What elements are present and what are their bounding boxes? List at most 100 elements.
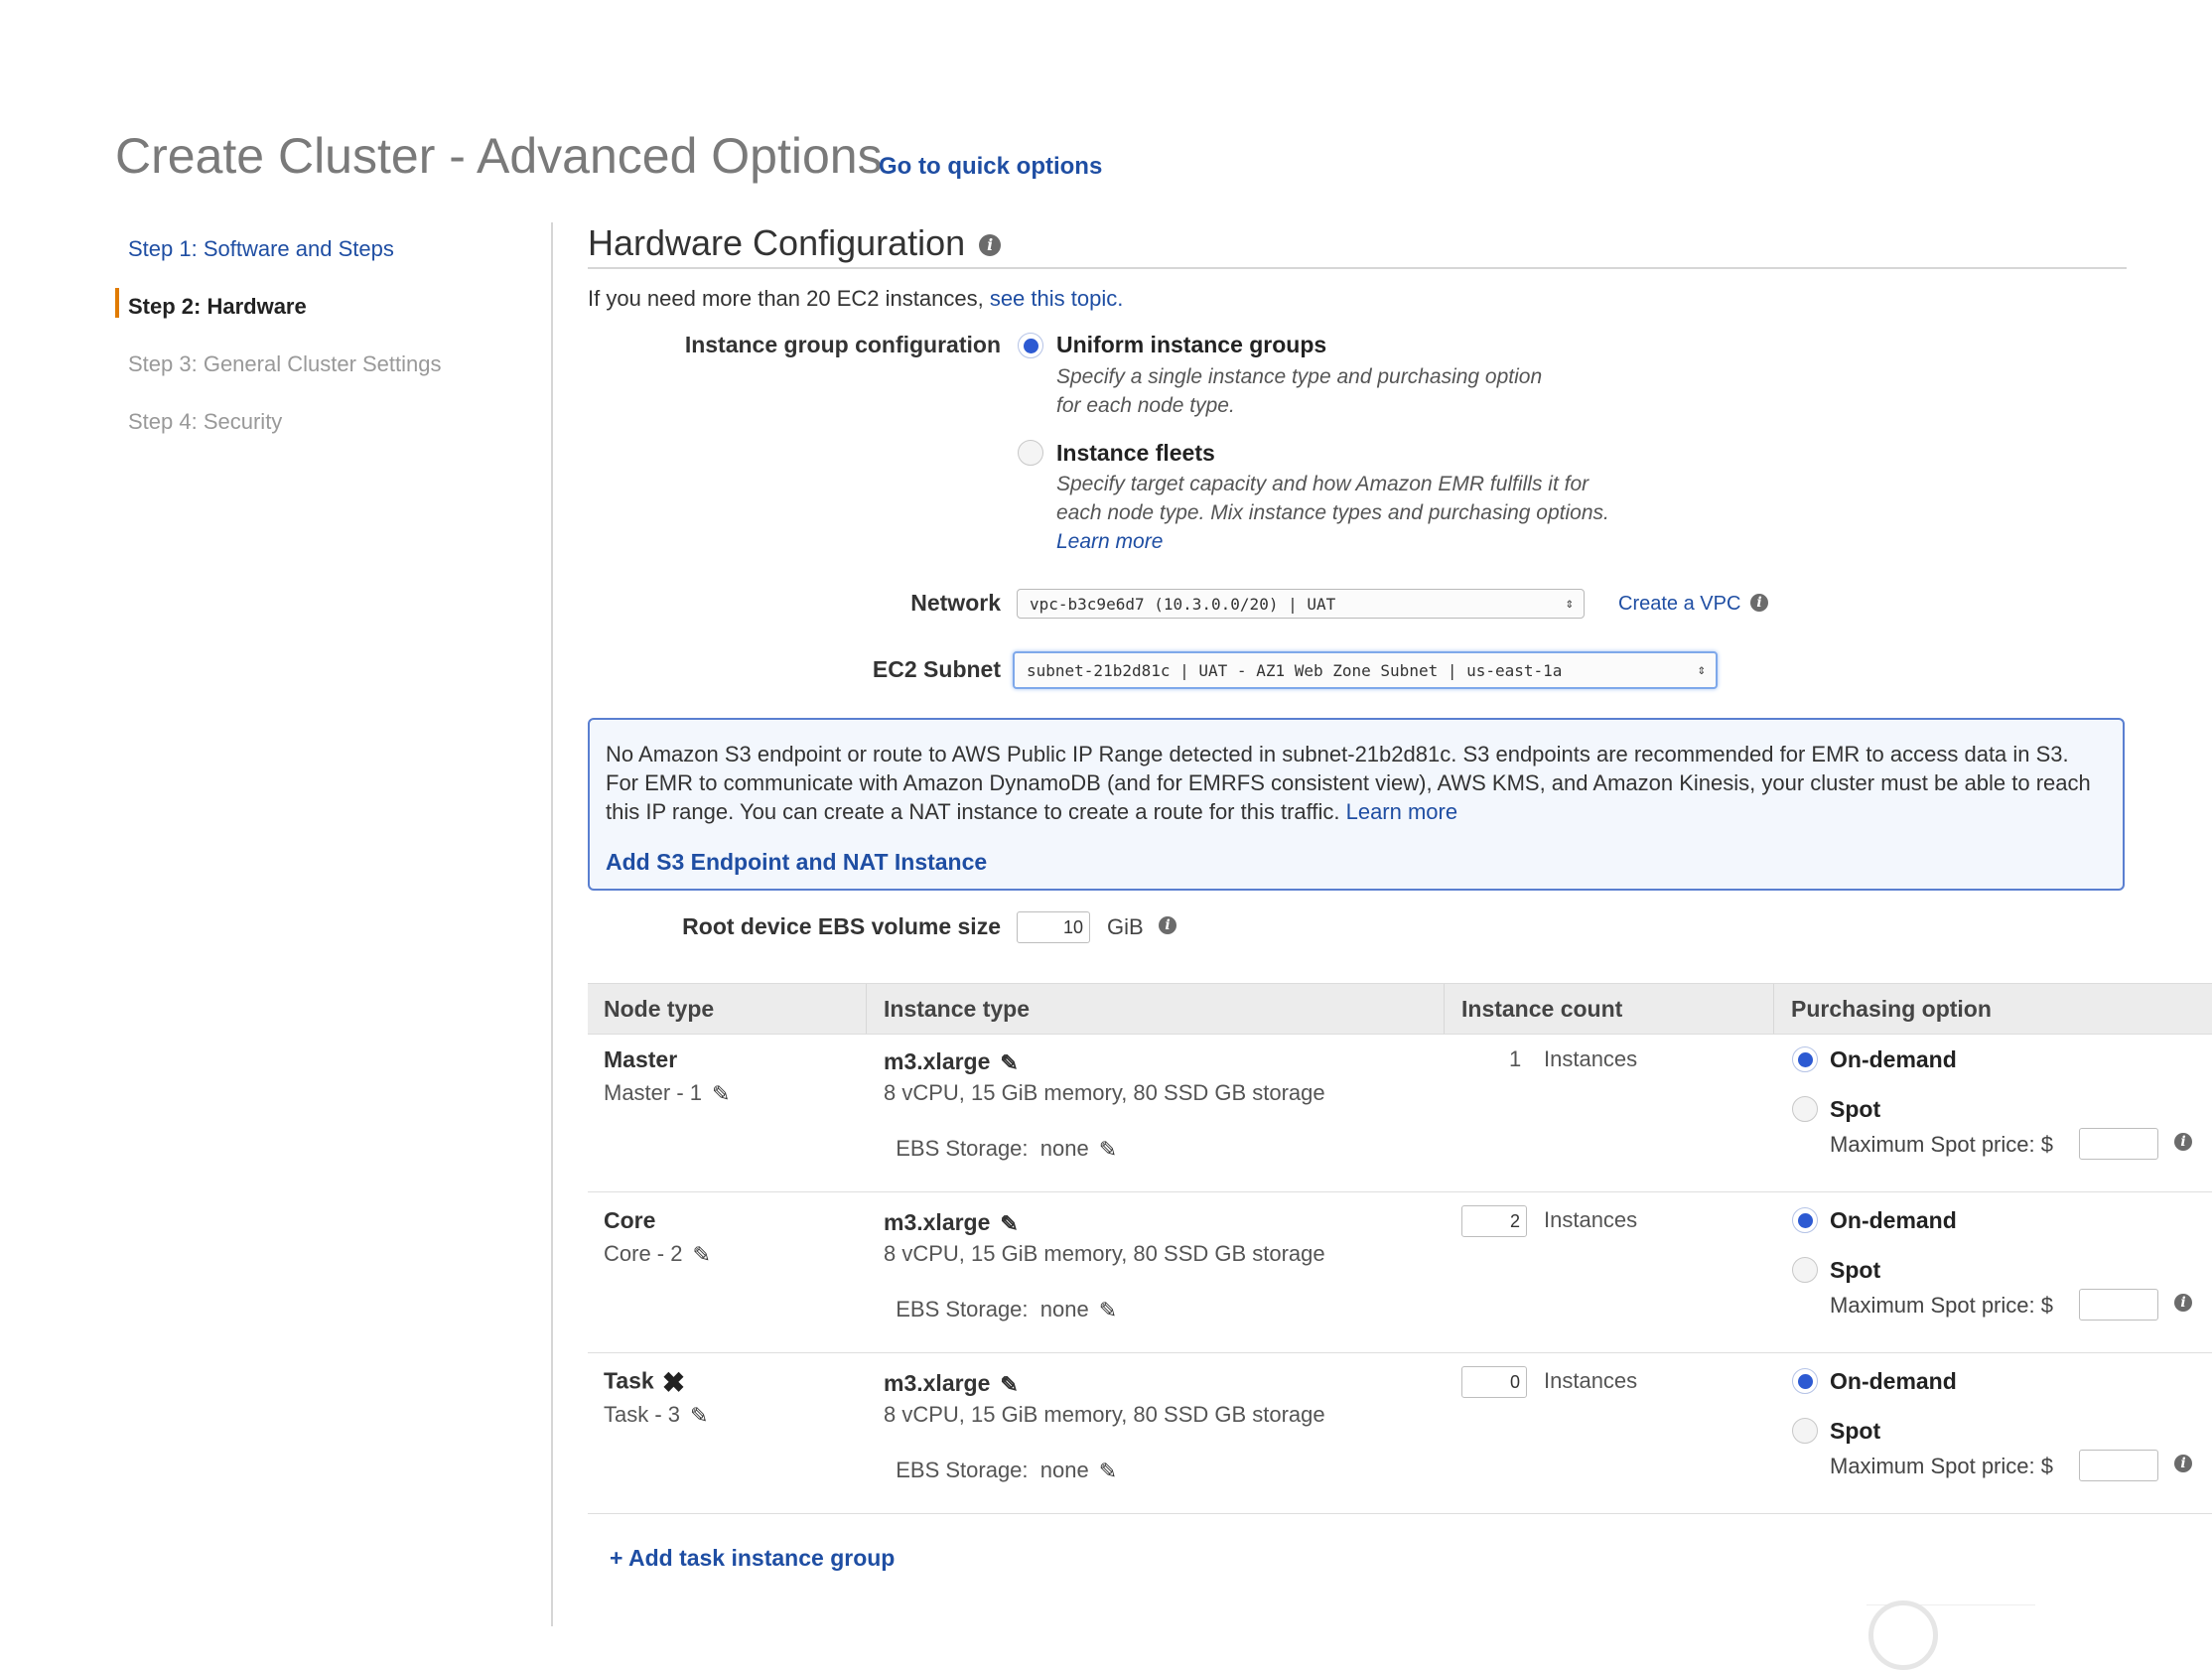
ec2-subnet-select-value: subnet-21b2d81c | UAT - AZ1 Web Zone Sub… (1027, 660, 1563, 680)
pencil-icon[interactable]: ✎ (1099, 1298, 1117, 1323)
spot-radio[interactable] (1792, 1418, 1818, 1444)
go-to-quick-options-link[interactable]: Go to quick options (879, 153, 1102, 181)
header-instance-type: Instance type (884, 996, 1030, 1022)
root-ebs-unit: GiB (1107, 914, 1144, 939)
node-subtitle-text: Master - 1 (604, 1080, 703, 1105)
create-vpc-link[interactable]: Create a VPC (1618, 593, 1740, 616)
on-demand-label: On-demand (1830, 1368, 1957, 1394)
pencil-icon[interactable]: ✎ (1099, 1137, 1117, 1163)
info-icon[interactable]: i (2174, 1455, 2192, 1472)
instance-fleets-desc: Specify target capacity and how Amazon E… (1056, 470, 1612, 556)
see-this-topic-link[interactable]: see this topic. (990, 286, 1124, 311)
section-divider (588, 267, 2127, 269)
network-select[interactable]: vpc-b3c9e6d7 (10.3.0.0/20) | UAT ⇕ (1017, 589, 1585, 619)
max-spot-price-input[interactable] (2079, 1128, 2158, 1160)
instance-spec: 8 vCPU, 15 GiB memory, 80 SSD GB storage (884, 1080, 1325, 1105)
node-subtitle-text: Task - 3 (604, 1402, 681, 1427)
instance-table-header: Node type Instance type Instance count P… (588, 983, 2212, 1035)
pencil-icon[interactable]: ✎ (1000, 1211, 1018, 1237)
instance-spec: 8 vCPU, 15 GiB memory, 80 SSD GB storage (884, 1241, 1325, 1266)
header-instance-count: Instance count (1461, 996, 1623, 1022)
spot-radio[interactable] (1792, 1096, 1818, 1122)
max-spot-price-label: Maximum Spot price: $ (1830, 1132, 2053, 1157)
instance-type-core: m3.xlarge ✎ (884, 1209, 1019, 1237)
instance-count-unit: Instances (1544, 1046, 1638, 1071)
spot-label: Spot (1830, 1418, 1881, 1444)
section-title-text: Hardware Configuration (588, 222, 966, 263)
ebs-storage-text: EBS Storage: none (896, 1136, 1089, 1161)
network-label: Network (910, 590, 1001, 616)
step-general-cluster-settings: Step 3: General Cluster Settings (128, 351, 442, 376)
node-type-core: Core (604, 1207, 656, 1233)
instance-count-input[interactable]: 0 (1461, 1366, 1527, 1398)
instance-type-text: m3.xlarge (884, 1048, 991, 1074)
updown-arrow-icon: ⇕ (1697, 662, 1706, 678)
ec2-subnet-select[interactable]: subnet-21b2d81c | UAT - AZ1 Web Zone Sub… (1013, 651, 1718, 689)
node-subtitle-master: Master - 1 ✎ (604, 1080, 730, 1107)
info-icon[interactable]: i (979, 234, 1002, 257)
row-divider (588, 1191, 2212, 1192)
row-divider (588, 1513, 2212, 1514)
instance-fleets-title: Instance fleets (1056, 440, 1215, 466)
instance-type-task: m3.xlarge ✎ (884, 1370, 1019, 1398)
pencil-icon[interactable]: ✎ (690, 1403, 708, 1429)
on-demand-radio[interactable] (1792, 1046, 1818, 1072)
intro-text: If you need more than 20 EC2 instances, … (588, 286, 1123, 312)
add-task-instance-group-link[interactable]: + Add task instance group (610, 1545, 895, 1572)
instance-count-value: 1 (1509, 1046, 1522, 1071)
pencil-icon[interactable]: ✎ (1000, 1372, 1018, 1398)
alert-learn-more-link[interactable]: Learn more (1346, 799, 1458, 824)
node-subtitle-task: Task - 3 ✎ (604, 1402, 708, 1429)
instance-count-input[interactable]: 2 (1461, 1205, 1527, 1237)
step-security: Step 4: Security (128, 409, 283, 434)
info-icon[interactable]: i (2174, 1294, 2192, 1312)
spot-label: Spot (1830, 1257, 1881, 1283)
pencil-icon[interactable]: ✎ (1000, 1050, 1018, 1076)
instance-fleets-desc-text: Specify target capacity and how Amazon E… (1056, 473, 1609, 524)
node-type-task: Task ✖ (604, 1366, 685, 1399)
instance-type-text: m3.xlarge (884, 1370, 991, 1396)
info-icon[interactable]: i (2174, 1133, 2192, 1151)
header-purchasing-option: Purchasing option (1791, 996, 1992, 1022)
column-divider (866, 984, 867, 1034)
step-software-and-steps[interactable]: Step 1: Software and Steps (128, 236, 394, 262)
s3-endpoint-alert: No Amazon S3 endpoint or route to AWS Pu… (588, 718, 2125, 891)
root-ebs-size-input[interactable]: 10 (1017, 911, 1090, 943)
loading-spinner-icon (1868, 1600, 1938, 1670)
uniform-instance-groups-desc: Specify a single instance type and purch… (1056, 365, 1543, 417)
pencil-icon[interactable]: ✎ (1099, 1459, 1117, 1484)
ebs-storage: EBS Storage: none ✎ (884, 1110, 1117, 1163)
remove-x-icon[interactable]: ✖ (662, 1366, 685, 1399)
pencil-icon[interactable]: ✎ (692, 1242, 710, 1268)
add-s3-endpoint-nat-link[interactable]: Add S3 Endpoint and NAT Instance (606, 849, 987, 876)
max-spot-price-input[interactable] (2079, 1450, 2158, 1481)
uniform-instance-groups-title: Uniform instance groups (1056, 332, 1327, 357)
instance-fleets-radio[interactable] (1018, 440, 1043, 466)
spot-label: Spot (1830, 1096, 1881, 1122)
on-demand-label: On-demand (1830, 1046, 1957, 1072)
step-hardware[interactable]: Step 2: Hardware (128, 294, 307, 320)
max-spot-price-label: Maximum Spot price: $ (1830, 1454, 2053, 1478)
sidebar-divider (551, 222, 553, 1626)
ebs-storage-text: EBS Storage: none (896, 1297, 1089, 1322)
max-spot-price-input[interactable] (2079, 1289, 2158, 1321)
node-type-text: Task (604, 1367, 654, 1394)
pencil-icon[interactable]: ✎ (712, 1081, 730, 1107)
on-demand-label: On-demand (1830, 1207, 1957, 1233)
intro-text-body: If you need more than 20 EC2 instances, (588, 286, 984, 311)
uniform-instance-groups-radio[interactable] (1018, 333, 1043, 358)
instance-fleets-learn-more-link[interactable]: Learn more (1056, 530, 1163, 553)
on-demand-radio[interactable] (1792, 1368, 1818, 1394)
page-title: Create Cluster - Advanced Options (115, 128, 883, 184)
instance-spec: 8 vCPU, 15 GiB memory, 80 SSD GB storage (884, 1402, 1325, 1427)
info-icon[interactable]: i (1159, 916, 1176, 934)
instance-type-master: m3.xlarge ✎ (884, 1048, 1019, 1076)
spot-radio[interactable] (1792, 1257, 1818, 1283)
info-icon[interactable]: i (1750, 594, 1768, 612)
node-subtitle-text: Core - 2 (604, 1241, 683, 1266)
header-node-type: Node type (604, 996, 715, 1022)
instance-count-unit: Instances (1544, 1368, 1638, 1393)
on-demand-radio[interactable] (1792, 1207, 1818, 1233)
alert-message: No Amazon S3 endpoint or route to AWS Pu… (606, 740, 2105, 826)
network-select-value: vpc-b3c9e6d7 (10.3.0.0/20) | UAT (1030, 594, 1336, 614)
